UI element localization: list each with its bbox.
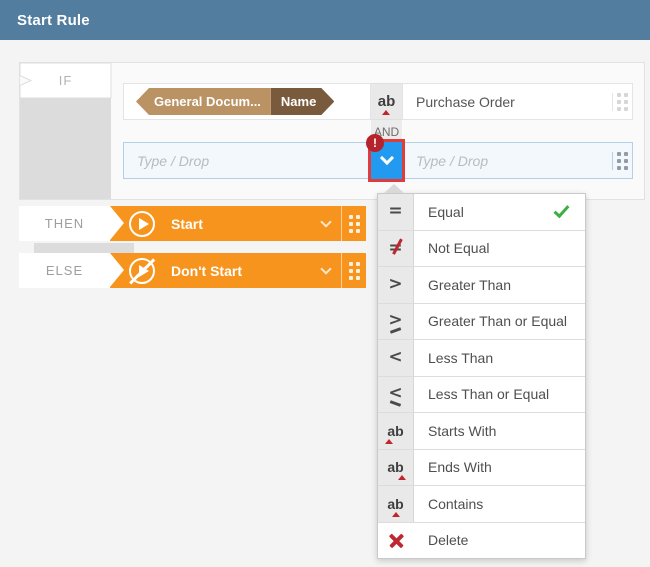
drag-handle[interactable] [612,151,632,170]
menu-item-greater-than[interactable]: > Greater Than [378,266,585,303]
drag-handle[interactable] [342,253,366,288]
tag-source: General Docum... [136,88,271,115]
condition2-left-placeholder: Type / Drop [137,152,210,169]
drag-dots-icon [348,261,360,280]
menu-item-less-than-or-equal[interactable]: < Less Than or Equal [378,375,585,412]
row-connector [34,243,134,253]
else-action-bar[interactable]: Don't Start [110,253,366,288]
if-condition-group: IF General Docum... Name ab Purchase Ord… [19,62,645,200]
menu-item-not-equal[interactable]: = Not Equal [378,229,585,266]
less-than-icon: < [388,347,403,368]
drag-handle[interactable] [612,92,632,111]
else-action-label: Don't Start [171,262,242,279]
if-left-rail [20,98,111,199]
greater-than-or-equal-icon: > [388,311,403,333]
condition1-value[interactable]: Purchase Order [403,94,612,110]
menu-caret-icon [384,184,404,193]
drag-dots-icon [617,151,628,170]
menu-item-delete[interactable]: Delete [378,521,585,558]
condition2-right-placeholder: Type / Drop [416,152,489,169]
drag-dots-icon [617,92,628,111]
then-label: THEN [19,206,110,241]
if-label: IF [58,73,73,88]
dont-start-icon [129,257,155,284]
page-title: Start Rule [17,11,90,29]
field-tag[interactable]: General Docum... Name [136,88,334,115]
drag-dots-icon [348,214,360,233]
chevron-down-icon[interactable] [320,263,332,275]
menu-item-equal[interactable]: = Equal [378,194,585,230]
menu-item-contains[interactable]: ab Contains [378,485,585,522]
menu-item-starts-with[interactable]: ab Starts With [378,412,585,449]
header-bar: Start Rule [0,0,650,40]
tag-property: Name [271,88,334,115]
if-tab: IF [19,62,112,99]
selected-check-icon [553,201,570,219]
then-arrow [110,206,124,240]
starts-with-icon: ab [385,422,404,444]
then-action-bar[interactable]: Start [110,206,366,241]
contains-icon: ab [377,93,396,115]
else-label: ELSE [19,253,110,288]
greater-than-icon: > [388,274,403,295]
condition1-operator-button[interactable]: ab [371,83,402,120]
chevron-down-icon[interactable] [320,216,332,228]
ends-with-icon: ab [387,459,407,481]
error-badge-icon: ! [366,134,384,152]
menu-item-ends-with[interactable]: ab Ends With [378,448,585,485]
delete-icon [388,532,405,549]
condition2-left-field[interactable]: Type / Drop [123,142,371,179]
start-rule-editor: Start Rule IF General Docum... Name ab P… [0,0,650,567]
then-action-label: Start [171,215,203,232]
condition1-right-field[interactable]: Purchase Order [402,83,633,120]
menu-item-less-than[interactable]: < Less Than [378,339,585,376]
drag-handle[interactable] [342,206,366,241]
else-arrow [110,253,124,287]
menu-item-greater-than-or-equal[interactable]: > Greater Than or Equal [378,302,585,339]
not-equal-icon: = [388,237,403,258]
condition1-left-field[interactable]: General Docum... Name [123,83,371,120]
condition-row-1: General Docum... Name ab Purchase Order [123,83,633,120]
less-than-or-equal-icon: < [388,384,403,406]
contains-icon: ab [387,495,404,517]
operator-menu: = Equal = Not Equal > Greater Than > Gre… [377,193,586,559]
start-play-icon [129,210,155,237]
chevron-down-icon [379,150,394,166]
condition2-right-field[interactable]: Type / Drop [402,142,633,179]
equal-icon: = [388,201,403,222]
